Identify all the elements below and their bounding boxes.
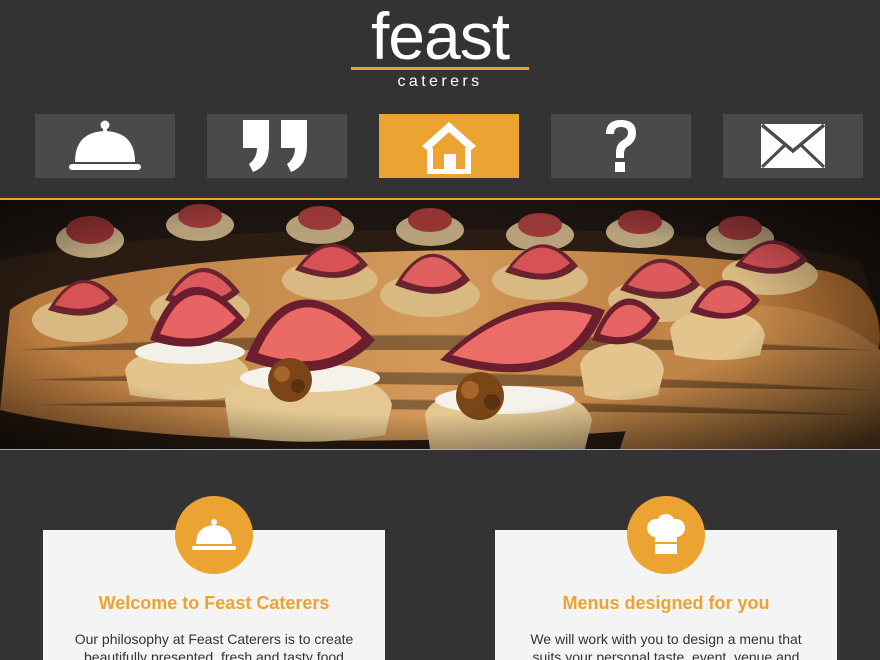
feature-text: Our philosophy at Feast Caterers is to c… [74,631,354,660]
cloche-icon [69,120,141,170]
feature-title: Welcome to Feast Caterers [98,593,330,613]
nav-item-testimonials[interactable] [207,114,347,178]
logo-underline [351,67,529,70]
feature-title: Menus designed for you [562,593,770,613]
site-logo[interactable]: feast caterers [349,0,531,92]
feature-text: We will work with you to design a menu t… [530,631,802,660]
nav-item-home[interactable] [379,114,519,178]
home-icon [422,122,476,174]
nav-item-services[interactable] [35,114,175,178]
feature-icon-badge [627,496,705,574]
logo-tagline: caterers [397,73,483,90]
nav-item-faq[interactable] [551,114,691,178]
cloche-icon [192,519,236,550]
envelope-icon [760,123,826,169]
nav-item-contact[interactable] [723,114,863,178]
logo-wordmark: feast [370,0,510,73]
page: feast caterers Welcome to Feast Caterers… [0,0,880,660]
quote-icon [243,120,307,172]
question-icon [606,120,636,172]
chef-hat-icon [647,514,685,554]
feature-icon-badge [175,496,253,574]
hero-banner-image [0,200,880,449]
hero-divider [0,449,880,450]
